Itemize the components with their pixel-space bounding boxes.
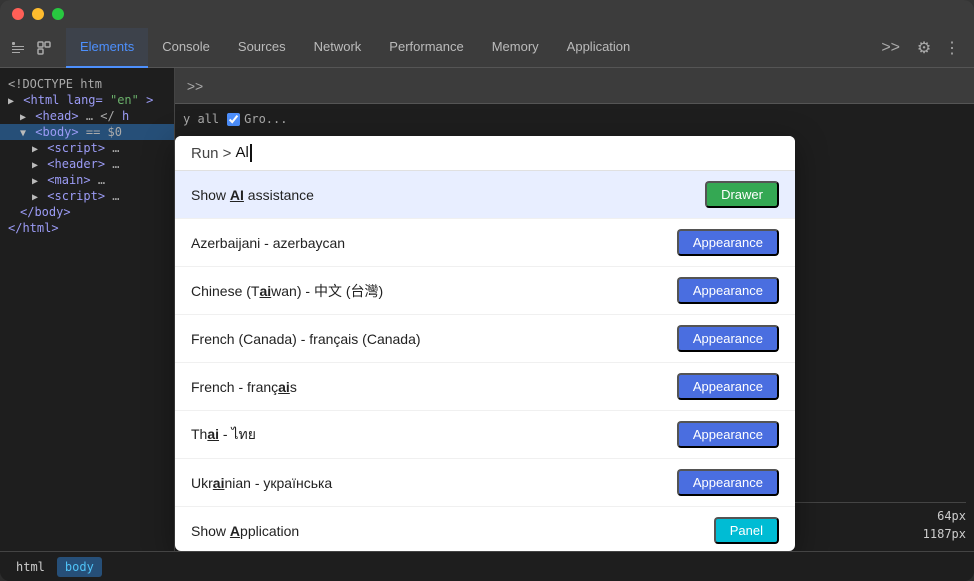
- minimize-button[interactable]: [32, 8, 44, 20]
- triangle-icon: ▶: [20, 112, 26, 123]
- appearance-badge[interactable]: Appearance: [677, 421, 779, 448]
- triangle-icon: ▼: [20, 128, 26, 139]
- right-toolbar: >>: [175, 68, 974, 104]
- dom-line: ▶ <script> …: [0, 140, 174, 156]
- item-label: Show AI assistance: [191, 187, 314, 203]
- list-item[interactable]: Ukrainian - українська Appearance: [175, 459, 795, 507]
- tab-sources[interactable]: Sources: [224, 28, 300, 68]
- maximize-button[interactable]: [52, 8, 64, 20]
- highlight: AI: [230, 187, 244, 203]
- tab-performance[interactable]: Performance: [375, 28, 477, 68]
- group-checkbox-input[interactable]: [227, 113, 240, 126]
- dom-line: ▶ <main> …: [0, 172, 174, 188]
- triangle-icon: ▶: [32, 176, 38, 187]
- devtools-main: <!DOCTYPE htm ▶ <html lang= "en" > ▶ <he…: [0, 68, 974, 551]
- highlight: ai: [278, 379, 290, 395]
- devtools-tabs: Elements Console Sources Network Perform…: [0, 28, 974, 68]
- devtools-icons: [8, 38, 54, 58]
- list-item[interactable]: Show AI assistance Drawer: [175, 171, 795, 219]
- appearance-badge[interactable]: Appearance: [677, 469, 779, 496]
- run-label: Run >: [191, 145, 231, 162]
- tab-console[interactable]: Console: [148, 28, 224, 68]
- list-item[interactable]: Thai - ไทย Appearance: [175, 411, 795, 459]
- tab-elements[interactable]: Elements: [66, 28, 148, 68]
- cursor: [250, 144, 252, 162]
- drawer-badge[interactable]: Drawer: [705, 181, 779, 208]
- item-label: Thai - ไทย: [191, 424, 256, 446]
- element-picker-icon[interactable]: [34, 38, 54, 58]
- dom-line-body[interactable]: ▼ <body> == $0: [0, 124, 174, 140]
- filter-row: y all Gro...: [183, 112, 966, 126]
- titlebar: [0, 0, 974, 28]
- prop-val: 1187px: [923, 527, 966, 541]
- appearance-badge[interactable]: Appearance: [677, 277, 779, 304]
- group-checkbox[interactable]: Gro...: [227, 112, 287, 126]
- appearance-badge[interactable]: Appearance: [677, 229, 779, 256]
- list-item[interactable]: Show Application Panel: [175, 507, 795, 551]
- settings-icon[interactable]: ⚙: [910, 34, 938, 62]
- triangle-icon: ▶: [32, 192, 38, 203]
- tab-memory[interactable]: Memory: [478, 28, 553, 68]
- appearance-badge[interactable]: Appearance: [677, 325, 779, 352]
- triangle-icon: ▶: [32, 160, 38, 171]
- bottom-bar: html body: [0, 551, 974, 581]
- dom-line: ▶ <header> …: [0, 156, 174, 172]
- item-label: Chinese (Taiwan) - 中文 (台灣): [191, 281, 383, 301]
- item-label: Show Application: [191, 523, 299, 539]
- command-input-row: Run > Al: [175, 136, 795, 171]
- list-item[interactable]: Azerbaijani - azerbaycan Appearance: [175, 219, 795, 267]
- prop-val: 64px: [937, 509, 966, 523]
- list-item[interactable]: French - français Appearance: [175, 363, 795, 411]
- command-list: Show AI assistance Drawer Azerbaijani - …: [175, 171, 795, 551]
- dom-panel: <!DOCTYPE htm ▶ <html lang= "en" > ▶ <he…: [0, 68, 175, 551]
- triangle-icon: ▶: [32, 144, 38, 155]
- dom-line: <!DOCTYPE htm: [0, 76, 174, 92]
- breadcrumb-html[interactable]: html: [8, 557, 53, 577]
- item-label: Ukrainian - українська: [191, 475, 332, 491]
- panel-badge[interactable]: Panel: [714, 517, 779, 544]
- cursor-icon[interactable]: [8, 38, 28, 58]
- dom-line: ▶ <script> …: [0, 188, 174, 204]
- tab-network[interactable]: Network: [300, 28, 376, 68]
- triangle-icon: ▶: [8, 96, 14, 107]
- highlight: ai: [207, 426, 219, 442]
- more-options-icon[interactable]: ⋮: [938, 34, 966, 62]
- chevron-right-icon[interactable]: >>: [183, 74, 207, 98]
- item-label: Azerbaijani - azerbaycan: [191, 235, 345, 251]
- devtools: Elements Console Sources Network Perform…: [0, 28, 974, 581]
- tab-application[interactable]: Application: [553, 28, 645, 68]
- filter-label: y all: [183, 112, 219, 126]
- command-palette: Run > Al Show AI assistance Drawer Azerb…: [175, 136, 795, 551]
- highlight: ai: [213, 475, 225, 491]
- breadcrumb-body[interactable]: body: [57, 557, 102, 577]
- item-label: French (Canada) - français (Canada): [191, 331, 421, 347]
- list-item[interactable]: French (Canada) - français (Canada) Appe…: [175, 315, 795, 363]
- tab-more-button[interactable]: >>: [871, 28, 910, 68]
- dom-line: ▶ <html lang= "en" >: [0, 92, 174, 108]
- dom-line: </body>: [0, 204, 174, 220]
- highlight: ai: [259, 283, 271, 299]
- group-label: Gro...: [244, 112, 287, 126]
- appearance-badge[interactable]: Appearance: [677, 373, 779, 400]
- close-button[interactable]: [12, 8, 24, 20]
- dom-line: ▶ <head> … </ h: [0, 108, 174, 124]
- dom-line: </html>: [0, 220, 174, 236]
- item-label: French - français: [191, 379, 297, 395]
- list-item[interactable]: Chinese (Taiwan) - 中文 (台灣) Appearance: [175, 267, 795, 315]
- command-input-text[interactable]: Al: [235, 144, 251, 162]
- devtools-window: Elements Console Sources Network Perform…: [0, 0, 974, 581]
- highlight: A: [230, 523, 240, 539]
